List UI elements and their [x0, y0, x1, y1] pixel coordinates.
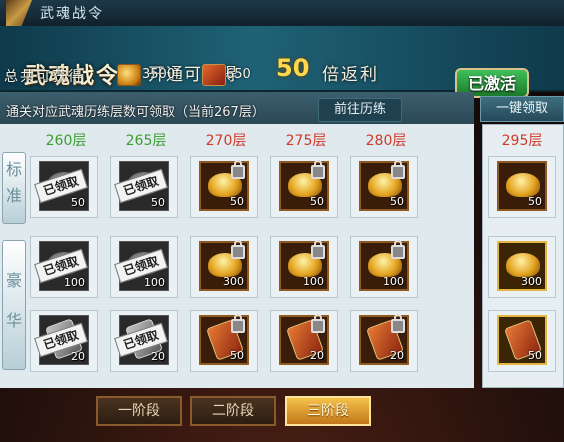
reward-slot: 50	[359, 160, 409, 211]
reward-cell[interactable]: 20 已领取	[30, 310, 98, 372]
reward-slot: 300	[199, 240, 249, 291]
reward-cell[interactable]: 20	[350, 310, 418, 372]
reward-quantity: 50	[310, 195, 324, 208]
lock-icon	[391, 160, 405, 179]
reward-quantity: 20	[71, 350, 85, 363]
reward-quantity: 50	[528, 195, 542, 208]
reward-quantity: 20	[310, 349, 324, 362]
reward-quantity: 300	[521, 275, 542, 288]
total-rewards-row: 总共可获得 3500 650	[0, 62, 564, 88]
reward-cell[interactable]: 100 已领取	[30, 236, 98, 298]
floor-label: 260层	[45, 133, 87, 149]
reward-cell[interactable]: 20	[270, 310, 338, 372]
row-label-luxury: 豪华	[2, 240, 26, 370]
lock-icon	[391, 314, 405, 333]
window-title: 武魂战令	[40, 6, 104, 22]
resource2-value: 650	[226, 67, 251, 82]
reward-cell[interactable]: 300	[190, 236, 258, 298]
goto-training-button[interactable]: 前往历练	[318, 98, 402, 122]
reward-cell[interactable]: 50	[350, 156, 418, 218]
reward-slot: 20 已领取	[114, 315, 169, 365]
resource1-value: 3500	[142, 67, 176, 82]
row-label-standard: 标准	[2, 152, 26, 224]
title-bar: 武魂战令	[0, 0, 564, 27]
gold-ingot-icon	[117, 64, 141, 86]
reward-quantity: 100	[383, 275, 404, 288]
reward-quantity: 100	[303, 275, 324, 288]
collect-all-button[interactable]: 一键领取	[480, 96, 564, 122]
reward-slot: 50	[199, 160, 249, 211]
lock-icon	[311, 240, 325, 259]
reward-slot: 50 已领取	[114, 161, 169, 211]
reward-slot: 50	[497, 315, 547, 365]
final-floor-label: 295层	[501, 133, 543, 149]
lock-icon	[231, 314, 245, 333]
reward-cell[interactable]: 50	[190, 156, 258, 218]
token-icon	[202, 64, 226, 86]
reward-quantity: 100	[64, 276, 85, 289]
reward-slot: 50 已领取	[34, 161, 89, 211]
reward-slot: 100 已领取	[34, 241, 89, 291]
gold-ingot-icon	[506, 173, 540, 197]
title-ornament	[6, 0, 32, 26]
tab-stage-2[interactable]: 二阶段	[190, 396, 276, 426]
tab-stage-1[interactable]: 一阶段	[96, 396, 182, 426]
floor-label: 280层	[365, 133, 407, 149]
reward-slot: 300	[497, 241, 547, 291]
reward-quantity: 50	[71, 196, 85, 209]
reward-slot: 20 已领取	[34, 315, 89, 365]
tab-stage-3[interactable]: 三阶段	[285, 396, 371, 426]
reward-quantity: 300	[223, 275, 244, 288]
info-text: 通关对应武魂历练层数可领取（当前267层）	[6, 105, 265, 120]
reward-slot: 50	[279, 160, 329, 211]
reward-slot: 20	[279, 314, 329, 365]
reward-cell[interactable]: 100	[350, 236, 418, 298]
reward-slot: 100	[359, 240, 409, 291]
reward-slot: 100	[279, 240, 329, 291]
lock-icon	[231, 240, 245, 259]
reward-quantity: 50	[151, 196, 165, 209]
reward-slot: 20	[359, 314, 409, 365]
reward-quantity: 50	[528, 349, 542, 362]
reward-cell[interactable]: 300	[488, 236, 556, 298]
reward-quantity: 100	[144, 276, 165, 289]
reward-slot: 50	[199, 314, 249, 365]
total-label: 总共可获得	[4, 69, 84, 85]
reward-cell[interactable]: 20 已领取	[110, 310, 178, 372]
reward-cell[interactable]: 50	[190, 310, 258, 372]
floor-label: 275层	[285, 133, 327, 149]
floor-label: 270层	[205, 133, 247, 149]
reward-quantity: 20	[390, 349, 404, 362]
lock-icon	[311, 160, 325, 179]
reward-quantity: 50	[390, 195, 404, 208]
reward-cell[interactable]: 50	[488, 310, 556, 372]
reward-cell[interactable]: 100	[270, 236, 338, 298]
lock-icon	[311, 314, 325, 333]
reward-slot: 100 已领取	[114, 241, 169, 291]
lock-icon	[231, 160, 245, 179]
reward-quantity: 20	[151, 350, 165, 363]
reward-quantity: 50	[230, 349, 244, 362]
reward-quantity: 50	[230, 195, 244, 208]
reward-slot: 50	[497, 161, 547, 211]
reward-cell[interactable]: 50 已领取	[30, 156, 98, 218]
gold-ingot-icon	[506, 253, 540, 277]
reward-cell[interactable]: 50	[270, 156, 338, 218]
reward-cell[interactable]: 100 已领取	[110, 236, 178, 298]
lock-icon	[391, 240, 405, 259]
reward-cell[interactable]: 50 已领取	[110, 156, 178, 218]
floor-label: 265层	[125, 133, 167, 149]
reward-cell[interactable]: 50	[488, 156, 556, 218]
